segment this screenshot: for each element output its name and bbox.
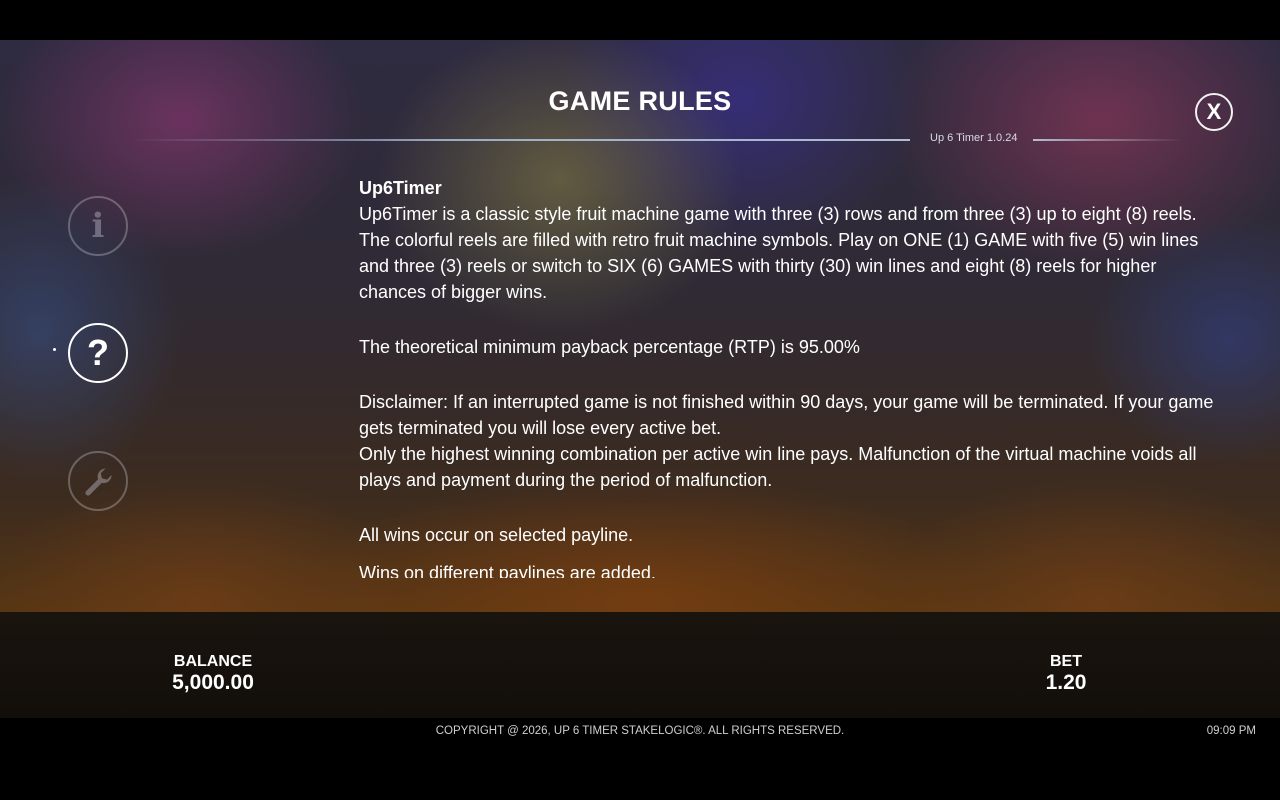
bet-label: BET xyxy=(1050,653,1082,670)
status-bar: BALANCE 5,000.00 BET 1.20 xyxy=(0,612,1280,718)
nav-info-button[interactable]: i xyxy=(68,196,128,256)
top-bar xyxy=(0,0,1280,40)
rules-payline: All wins occur on selected payline. xyxy=(359,525,634,545)
title-divider-left xyxy=(130,139,910,141)
bet-display: BET 1.20 xyxy=(1026,653,1106,695)
close-button[interactable]: X xyxy=(1195,93,1233,131)
page-title: GAME RULES xyxy=(548,86,732,116)
question-icon: ? xyxy=(87,332,109,373)
rules-content[interactable]: Up6Timer Up6Timer is a classic style fru… xyxy=(359,175,1219,578)
nav-settings-button[interactable] xyxy=(68,451,128,511)
info-icon: i xyxy=(91,206,105,246)
rules-rtp: The theoretical minimum payback percenta… xyxy=(359,337,860,357)
balance-label: BALANCE xyxy=(173,653,253,670)
close-icon: X xyxy=(1206,99,1222,124)
rules-added: Wins on different paylines are added. xyxy=(359,563,656,578)
copyright-text: COPYRIGHT @ 2026, UP 6 TIMER STAKELOGIC®… xyxy=(435,725,845,737)
nav-help-button[interactable]: ? xyxy=(68,323,128,383)
bet-value: 1.20 xyxy=(1045,671,1087,694)
rules-disclaimer: Disclaimer: If an interrupted game is no… xyxy=(359,392,1214,438)
version-label: Up 6 Timer 1.0.24 xyxy=(930,132,1018,144)
bottom-bar: COPYRIGHT @ 2026, UP 6 TIMER STAKELOGIC®… xyxy=(0,718,1280,800)
title-divider-right xyxy=(1033,139,1183,141)
wrench-icon xyxy=(85,468,112,496)
rules-malfunction: Only the highest winning combination per… xyxy=(359,444,1197,490)
clock: 09:09 PM xyxy=(1206,725,1256,737)
rules-heading: Up6Timer xyxy=(359,178,442,198)
rules-panel: GAME RULES Up 6 Timer 1.0.24 X i ? Up6Ti… xyxy=(0,40,1280,612)
balance-value: 5,000.00 xyxy=(172,671,254,694)
rules-intro: Up6Timer is a classic style fruit machin… xyxy=(359,204,1199,302)
balance-display: BALANCE 5,000.00 xyxy=(153,653,273,695)
active-indicator xyxy=(53,348,56,351)
